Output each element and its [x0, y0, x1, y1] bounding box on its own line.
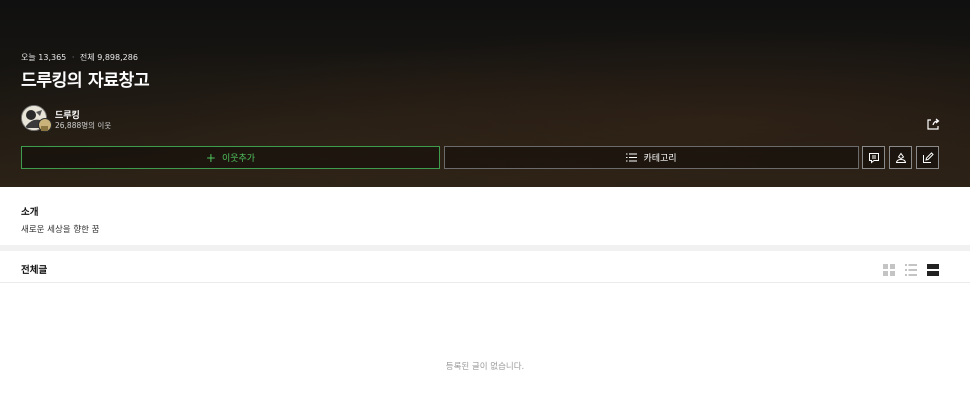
post-list-header: 전체글 [0, 251, 970, 283]
write-icon [922, 151, 934, 163]
avatar-badge-icon [38, 118, 52, 132]
category-button[interactable]: 카테고리 [444, 146, 859, 169]
profile-icon [895, 152, 906, 163]
empty-message: 등록된 글이 없습니다. [445, 362, 525, 372]
list-view-icon[interactable] [905, 261, 917, 276]
add-neighbor-button[interactable]: + 이웃추가 [21, 146, 440, 169]
visitor-stats: 오늘 13,365 · 전체 9,898,286 [21, 52, 138, 63]
separator-dot: · [71, 53, 75, 62]
add-neighbor-label: 이웃추가 [221, 154, 256, 164]
guestbook-icon [868, 152, 879, 164]
profile-button[interactable] [889, 146, 912, 169]
total-label: 전체 [79, 53, 95, 62]
post-list-title: 전체글 [21, 265, 48, 276]
today-count: 13,365 [38, 53, 67, 62]
write-button[interactable] [916, 146, 939, 169]
blog-header: 오늘 13,365 · 전체 9,898,286 드루킹의 자료창고 드루킹 2… [0, 0, 970, 187]
blog-title: 드루킹의 자료창고 [21, 71, 150, 91]
category-label: 카테고리 [643, 154, 677, 164]
intro-title: 소개 [21, 207, 39, 218]
grid-view-icon[interactable] [883, 261, 895, 276]
total-count: 9,898,286 [97, 53, 138, 62]
neighbor-count[interactable]: 26,888명의 이웃 [55, 120, 111, 131]
intro-text: 새로운 세상을 향한 꿈 [21, 225, 100, 235]
intro-section: 소개 새로운 세상을 향한 꿈 [0, 187, 970, 245]
list-icon [626, 153, 638, 162]
today-label: 오늘 [21, 53, 36, 62]
share-icon[interactable] [925, 116, 941, 132]
guestbook-button[interactable] [862, 146, 885, 169]
plus-icon: + [205, 150, 216, 165]
card-view-icon[interactable] [927, 261, 939, 276]
